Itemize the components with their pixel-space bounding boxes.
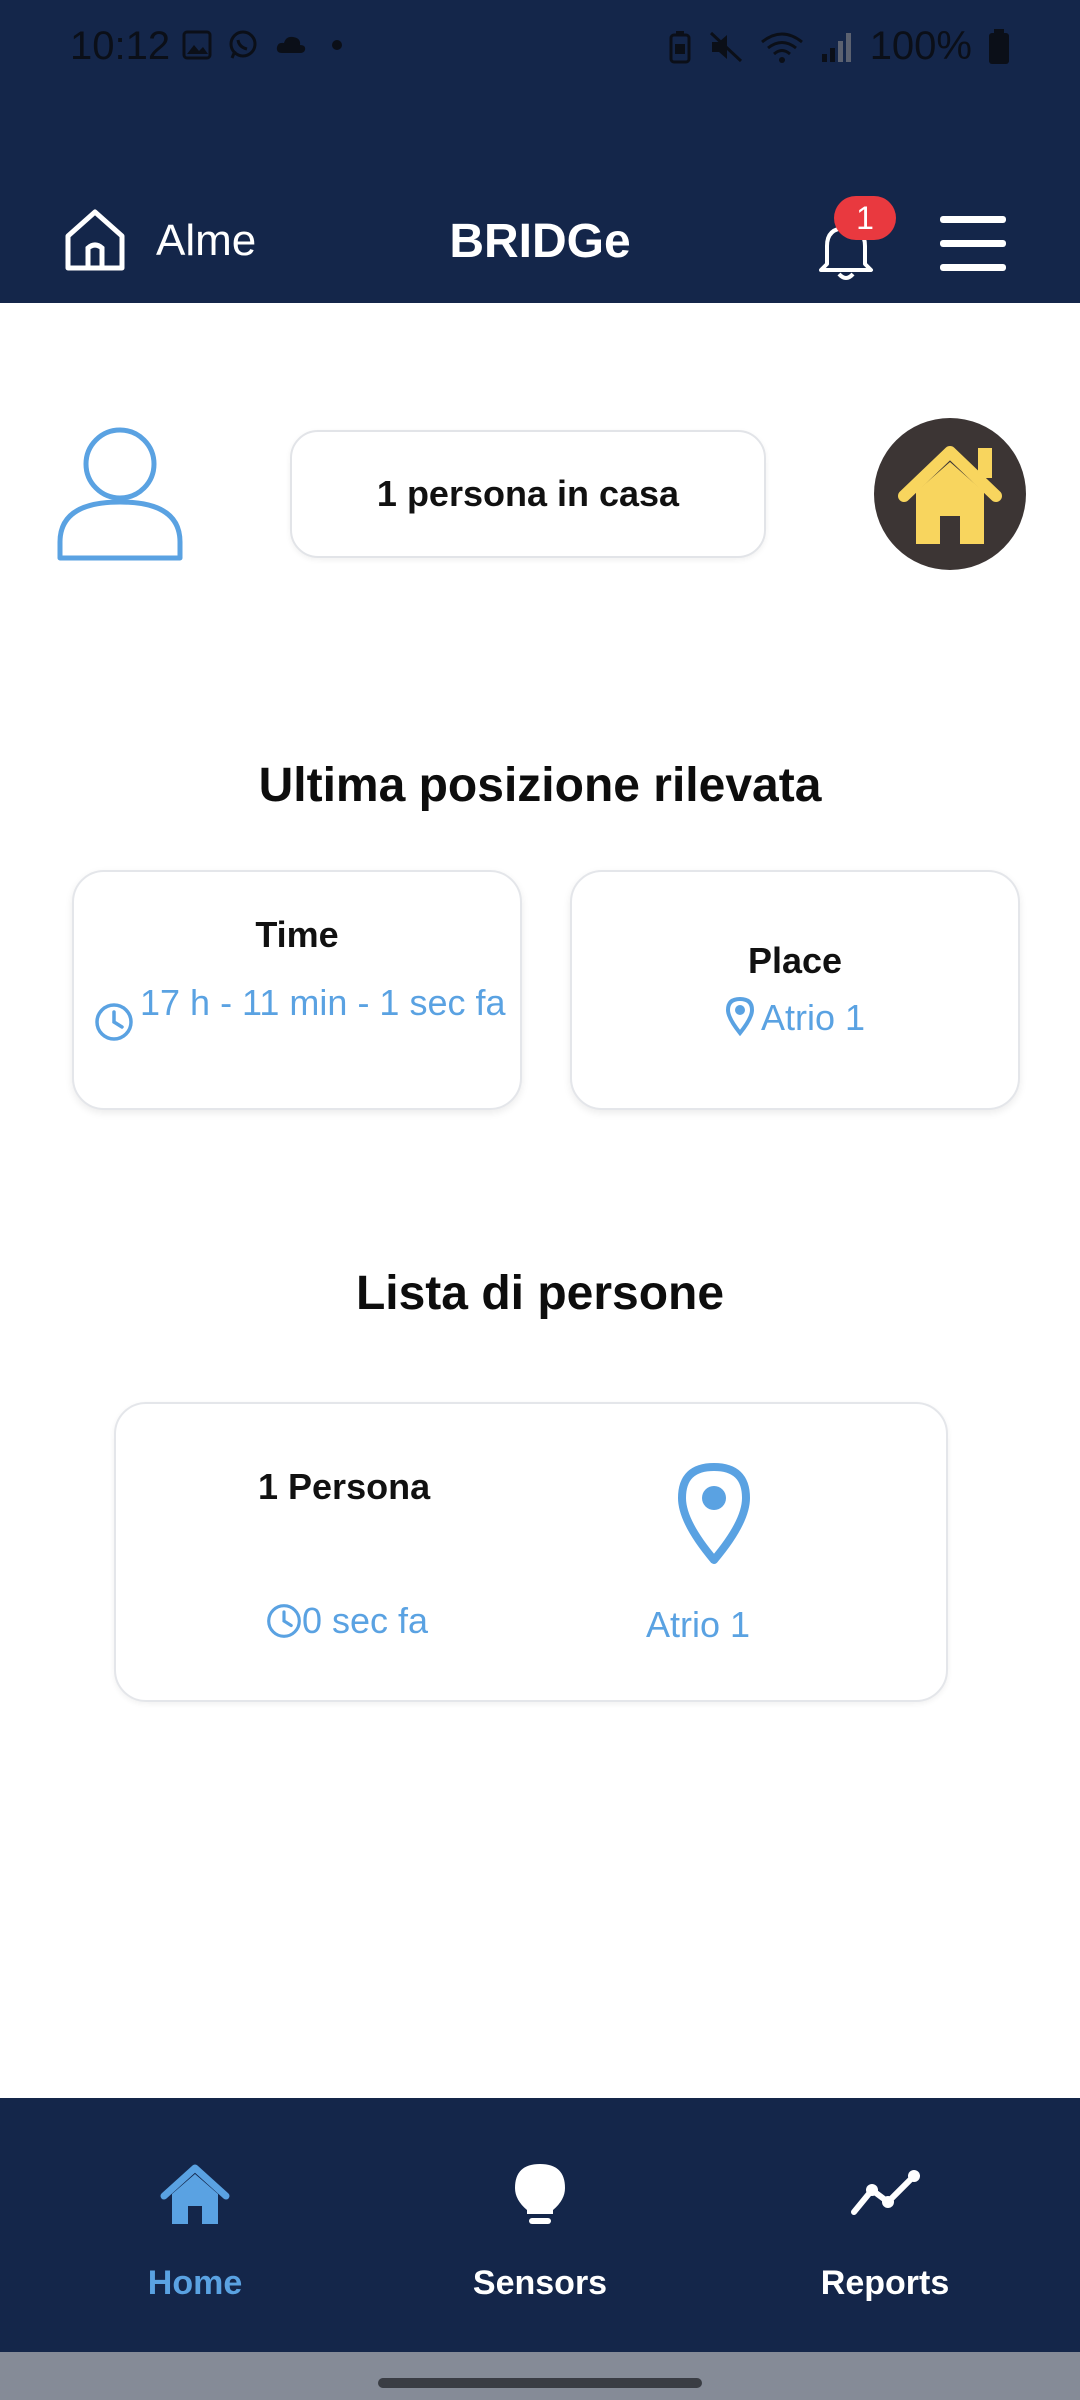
- lightbulb-icon: [515, 2164, 565, 2224]
- nav-sensors[interactable]: Sensors: [410, 2098, 670, 2352]
- time-card-label: Time: [255, 914, 339, 955]
- status-system-icons: 100%: [668, 24, 1010, 69]
- nav-reports-label: Reports: [820, 2264, 950, 2302]
- nav-home-label: Home: [147, 2264, 243, 2302]
- last-position-title: Ultima posizione rilevata: [258, 759, 822, 812]
- wifi-icon: [760, 32, 803, 63]
- house-button[interactable]: [874, 418, 1026, 570]
- app-title: BRIDGe: [449, 215, 631, 268]
- dot-icon: [332, 40, 342, 50]
- home-icon: [160, 2164, 230, 2224]
- map-pin-icon: [725, 996, 754, 1037]
- battery-icon: [989, 28, 1009, 64]
- battery-saver-icon: [669, 30, 691, 63]
- gesture-bar: [0, 2352, 1080, 2400]
- people-list-title: Lista di persone: [355, 1267, 725, 1320]
- top-app-bar: 10:12 100% Alme BRIDGe 1: [0, 0, 1080, 303]
- notification-badge: 1: [834, 196, 896, 240]
- person-last-seen: 0 sec fa: [302, 1600, 429, 1641]
- nav-sensors-label: Sensors: [472, 2264, 608, 2302]
- signal-icon: [821, 32, 851, 62]
- status-time: 10:12: [70, 24, 171, 68]
- battery-percentage: 100%: [869, 24, 972, 68]
- person-card[interactable]: 1 Persona 0 sec fa Atrio 1: [114, 1402, 948, 1702]
- person-place: Atrio 1: [646, 1604, 751, 1645]
- person-outline-icon: [57, 427, 183, 561]
- chart-line-icon: [851, 2170, 920, 2215]
- person-name: 1 Persona: [258, 1466, 431, 1507]
- place-card-value-row: Atrio 1: [572, 996, 1018, 1039]
- house-icon: [898, 446, 1002, 544]
- gesture-handle[interactable]: [378, 2378, 702, 2388]
- time-card: Time 17 h - 11 min - 1 sec fa: [72, 870, 522, 1110]
- nav-home[interactable]: Home: [65, 2098, 325, 2352]
- people-in-home-pill[interactable]: 1 persona in casa: [290, 430, 766, 558]
- clock-icon: [267, 1604, 301, 1638]
- whatsapp-icon: [229, 30, 257, 59]
- time-card-value: 17 h - 11 min - 1 sec fa: [140, 982, 506, 1023]
- status-notification-icons: [182, 28, 352, 62]
- mute-icon: [709, 31, 742, 62]
- app-header: Alme BRIDGe 1: [0, 190, 1080, 300]
- hamburger-menu-icon[interactable]: [940, 214, 1008, 274]
- nav-reports[interactable]: Reports: [755, 2098, 1015, 2352]
- status-bar: 10:12 100%: [0, 0, 1080, 96]
- place-card: Place Atrio 1: [570, 870, 1020, 1110]
- cloud-icon: [276, 36, 306, 53]
- place-card-value: Atrio 1: [760, 997, 866, 1038]
- place-card-label: Place: [747, 940, 843, 981]
- location-pin-icon: [678, 1463, 750, 1564]
- gallery-icon: [182, 30, 212, 60]
- clock-icon: [95, 1003, 133, 1041]
- bottom-navigation: Home Sensors Reports: [0, 2098, 1080, 2352]
- person-last-seen-row: 0 sec fa: [266, 1600, 428, 1642]
